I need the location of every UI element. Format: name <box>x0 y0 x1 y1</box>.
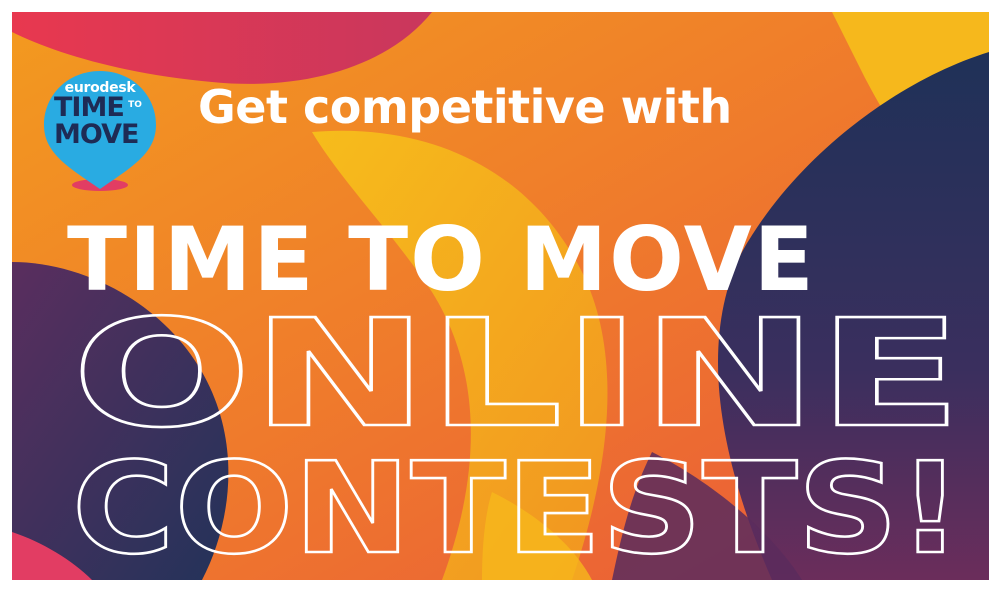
main-title: TIME TO MOVE <box>67 208 816 311</box>
time-to-move-logo: eurodesk TIME TO MOVE <box>40 67 160 197</box>
headline: Get competitive with <box>198 80 732 134</box>
logo-move-text: MOVE <box>54 119 139 150</box>
logo-time-text: TIME <box>54 92 125 123</box>
outline-title: ONLINE CONTESTS! <box>71 300 964 570</box>
promo-banner: eurodesk TIME TO MOVE Get competitive wi… <box>12 12 989 580</box>
outline-line-contests: CONTESTS! <box>72 435 962 570</box>
logo-to-text: TO <box>128 100 142 110</box>
